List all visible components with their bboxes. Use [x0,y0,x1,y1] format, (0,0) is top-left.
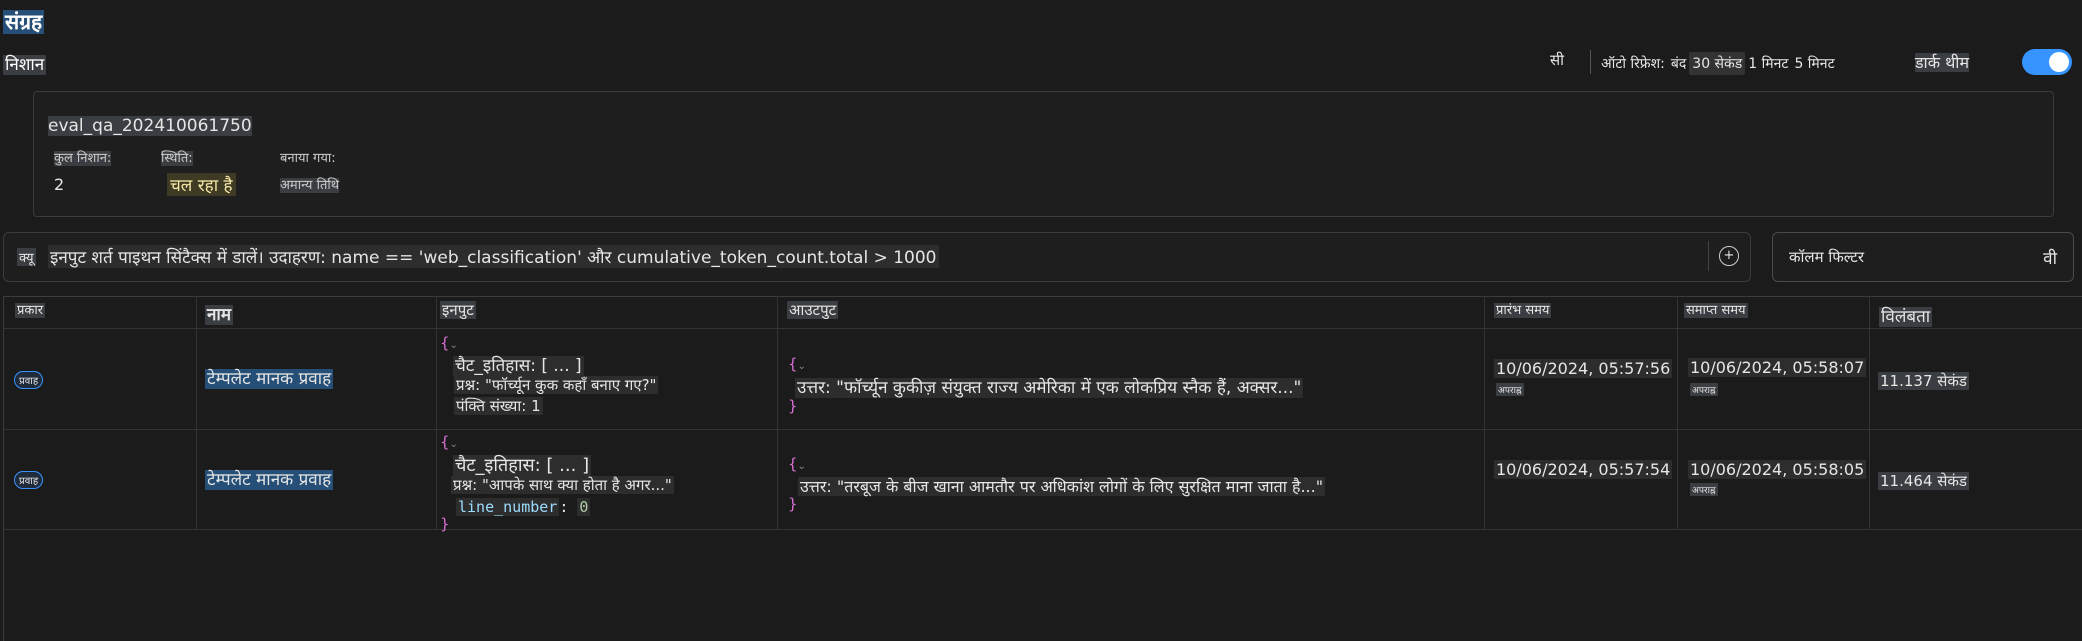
column-header-input[interactable]: इनपुट [440,300,476,320]
end-time: 10/06/2024, 05:58:05 [1688,460,1867,479]
auto-refresh-label: ऑटो रिफ्रेश: [1601,56,1665,72]
col-divider [196,296,197,529]
run-name: eval_qa_202410061750 [48,116,252,136]
flow-name[interactable]: टेम्पलेट मानक प्रवाह [205,366,334,389]
auto-refresh-off[interactable]: बंद [1668,52,1689,75]
query-input[interactable]: इनपुट शर्त पाइथन सिंटैक्स में डालें। उदा… [48,245,939,268]
latency-value: 11.464 सेकंड [1878,472,1969,490]
type-badge: प्रवाह [14,371,44,389]
output-answer: उत्तर: "फॉर्च्यून कुकीज़ संयुक्त राज्य अ… [795,378,1304,398]
query-bar: क्यू इनपुट शर्त पाइथन सिंटैक्स में डालें… [3,232,1751,282]
input-question: प्रश्न: "आपके साथ क्या होता है अगर..." [451,476,674,494]
col-divider [436,296,437,529]
start-time: 10/06/2024, 05:57:56 [1494,359,1673,378]
input-chat-history: चैट_इतिहास: [ ... ] [453,356,584,376]
column-filter-label: कॉलम फिल्टर [1789,248,1864,266]
chevron-down-icon[interactable]: ⌄ [450,439,458,450]
input-close-brace: } [440,515,450,533]
start-time: 10/06/2024, 05:57:54 [1494,460,1673,479]
run-summary-card: eval_qa_202410061750 कुल निशान: 2 स्थिति… [33,91,2054,217]
output-open-brace: {⌄ [788,355,806,373]
status-badge: चल रहा है [167,173,236,196]
start-time-period: अपराह्न [1496,383,1524,396]
page-subtitle: निशान [3,55,47,75]
end-time-period: अपराह्न [1690,483,1718,496]
chevron-down-icon[interactable]: ⌄ [450,340,458,351]
input-line-number: पंक्ति संख्या: 1 [454,397,543,415]
auto-refresh-30s[interactable]: 30 सेकंड [1689,52,1746,75]
dark-theme-label: डार्क थीम [1915,53,1970,72]
row-divider [3,529,2082,530]
column-header-latency[interactable]: विलंबता [1879,304,1933,327]
query-divider [1708,241,1709,271]
column-header-output[interactable]: आउटपुट [787,300,839,320]
dark-theme-toggle[interactable] [2022,49,2072,75]
flow-name[interactable]: टेम्पलेट मानक प्रवाह [205,467,334,490]
input-open-brace: {⌄ [440,334,458,352]
query-icon: क्यू [17,248,36,266]
output-close-brace: } [788,495,798,513]
toolbar-divider [1590,50,1591,74]
output-answer: उत्तर: "तरबूज के बीज खाना आमतौर पर अधिका… [798,477,1326,496]
auto-refresh-5m[interactable]: 5 मिनट [1791,52,1837,75]
row-divider [3,429,2082,430]
toggle-knob [2049,52,2069,72]
header-divider [3,328,2082,329]
type-badge: प्रवाह [14,471,44,489]
col-divider [1869,296,1870,529]
input-open-brace: {⌄ [440,433,458,451]
chevron-down-icon[interactable]: ⌄ [798,361,806,372]
column-header-end-time[interactable]: समाप्त समय [1684,300,1748,318]
auto-refresh-1m[interactable]: 1 मिनट [1745,52,1791,75]
auto-refresh-group: ऑटो रिफ्रेश: बंद 30 सेकंड 1 मिनट 5 मिनट [1598,52,1838,75]
add-circle-icon[interactable]: + [1719,246,1739,266]
col-divider [1484,296,1485,529]
end-time-period: अपराह्न [1690,383,1718,396]
column-header-start-time[interactable]: प्रारंभ समय [1494,300,1552,318]
refresh-button[interactable]: सी [1550,50,1564,70]
end-time: 10/06/2024, 05:58:07 [1688,358,1867,377]
created-value: अमान्य तिथि [280,178,340,193]
total-traces-value: 2 [54,175,65,194]
created-label: बनाया गया: [280,151,336,166]
total-traces-label: कुल निशान: [54,151,112,166]
column-header-type[interactable]: प्रकार [15,300,46,318]
column-filter-value: वी [2043,249,2057,269]
input-line-number: line_number: 0 [456,498,591,516]
chevron-down-icon[interactable]: ⌄ [798,461,806,472]
column-filter[interactable]: कॉलम फिल्टर वी [1772,232,2074,282]
latency-value: 11.137 सेकंड [1878,372,1969,390]
output-close-brace: } [788,397,798,415]
col-divider [1677,296,1678,529]
status-label: स्थिति: [161,151,193,166]
page-title: संग्रह [3,10,45,34]
col-divider [777,296,778,529]
input-question: प्रश्न: "फॉर्च्यून कुक कहाँ बनाए गए?" [454,376,659,394]
output-open-brace: {⌄ [788,455,806,473]
column-header-name[interactable]: नाम [205,302,234,325]
input-chat-history: चैट_इतिहास: [ ... ] [453,455,592,476]
